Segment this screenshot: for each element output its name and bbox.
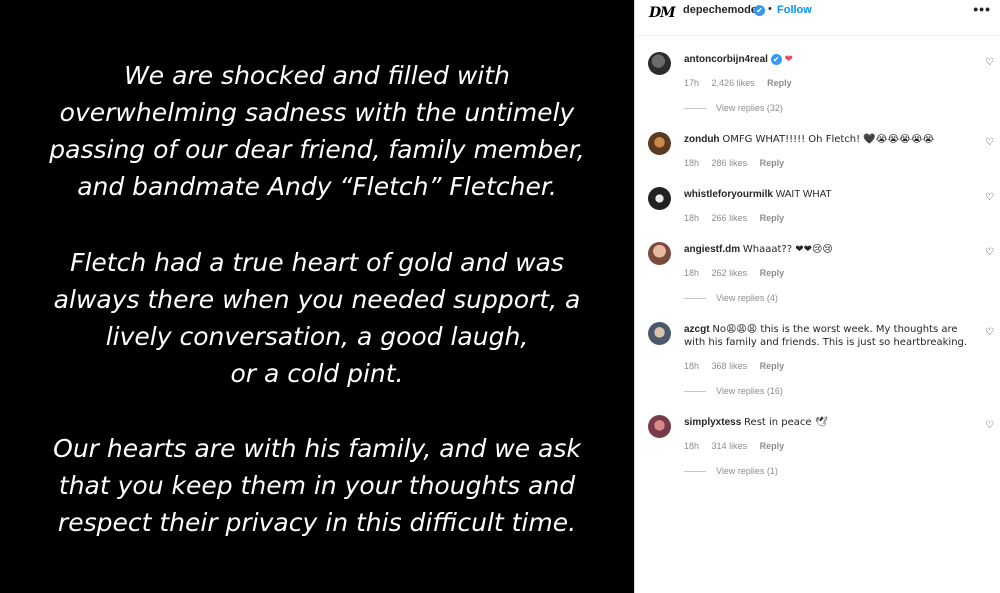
reply-button[interactable]: Reply [760, 158, 785, 168]
avatar[interactable] [648, 187, 671, 210]
comment-body: ❤ [784, 54, 793, 65]
comment-body: WAIT WHAT [775, 189, 832, 200]
comment-username[interactable]: whistleforyourmilk [684, 189, 773, 200]
comment-meta: 18h 262 likes Reply [684, 268, 794, 278]
view-replies-label: View replies (1) [716, 466, 778, 476]
comment-body: Rest in peace 🕊 [744, 417, 828, 428]
comment-likes[interactable]: 368 likes [712, 361, 748, 371]
like-comment-icon[interactable]: ♡ [985, 420, 994, 431]
follow-button[interactable]: Follow [777, 4, 812, 16]
view-replies-label: View replies (4) [716, 293, 778, 303]
view-replies-button[interactable]: View replies (1) [684, 466, 778, 476]
view-replies-label: View replies (32) [716, 103, 783, 113]
comment-text: simplyxtess Rest in peace 🕊 [684, 416, 974, 429]
comment-time: 17h [684, 78, 700, 88]
verified-icon: ✔ [754, 5, 765, 16]
comment-likes[interactable]: 262 likes [712, 268, 748, 278]
comment-likes[interactable]: 286 likes [712, 158, 748, 168]
replies-divider [684, 391, 706, 393]
comment-body: No😩😩😩 this is the worst week. My thought… [684, 324, 968, 348]
reply-button[interactable]: Reply [767, 78, 792, 88]
reply-button[interactable]: Reply [760, 361, 785, 371]
comment-username[interactable]: zonduh [684, 134, 720, 145]
comment-username[interactable]: angiestf.dm [684, 244, 740, 255]
post-line: that you keep them in your thoughts and [58, 471, 576, 500]
post-line: lively conversation, a good laugh, [105, 322, 529, 351]
like-comment-icon[interactable]: ♡ [985, 57, 994, 68]
comments-panel: DM depechemode ✔ • Follow ••• antoncorbi… [634, 0, 1000, 593]
replies-divider [684, 108, 706, 110]
post-line: passing of our dear friend, family membe… [49, 135, 585, 164]
post-paragraph-1: We are shocked and filled with overwhelm… [0, 57, 634, 205]
replies-divider [684, 298, 706, 300]
view-replies-button[interactable]: View replies (4) [684, 293, 778, 303]
comment-body: OMFG WHAT!!!!! Oh Fletch! 🖤😭😭😭😭😭 [722, 134, 935, 145]
comment-meta: 18h 266 likes Reply [684, 213, 794, 223]
post-line: respect their privacy in this difficult … [57, 508, 577, 537]
post-header: DM depechemode ✔ • Follow ••• [635, 0, 1000, 36]
comment-time: 18h [684, 441, 700, 451]
avatar[interactable] [648, 52, 671, 75]
comment-meta: 18h 286 likes Reply [684, 158, 794, 168]
comment-text: angiestf.dm Whaaat?? ❤❤😢😢 [684, 243, 974, 256]
like-comment-icon[interactable]: ♡ [985, 137, 994, 148]
reply-button[interactable]: Reply [760, 441, 785, 451]
comment-text: whistleforyourmilk WAIT WHAT [684, 188, 974, 201]
reply-button[interactable]: Reply [760, 268, 785, 278]
comment-time: 18h [684, 158, 700, 168]
post-line: always there when you needed support, a [53, 285, 581, 314]
comment-username[interactable]: simplyxtess [684, 417, 741, 428]
comment-meta: 17h 2,426 likes Reply [684, 78, 802, 88]
comment-username[interactable]: antoncorbijn4real [684, 54, 768, 65]
comment-meta: 18h 368 likes Reply [684, 361, 794, 371]
comment-text: antoncorbijn4real ✔ ❤ [684, 53, 974, 66]
post-paragraph-2: Fletch had a true heart of gold and was … [0, 244, 634, 392]
separator-dot: • [768, 3, 772, 15]
comment-likes[interactable]: 266 likes [712, 213, 748, 223]
comment-time: 18h [684, 268, 700, 278]
post-line: Our hearts are with his family, and we a… [53, 434, 581, 463]
account-avatar-logo[interactable]: DM [649, 5, 676, 21]
comment-meta: 18h 314 likes Reply [684, 441, 794, 451]
like-comment-icon[interactable]: ♡ [985, 327, 994, 338]
comment-likes[interactable]: 314 likes [712, 441, 748, 451]
replies-divider [684, 471, 706, 473]
avatar[interactable] [648, 322, 671, 345]
avatar[interactable] [648, 242, 671, 265]
view-replies-button[interactable]: View replies (16) [684, 386, 783, 396]
view-replies-button[interactable]: View replies (32) [684, 103, 783, 113]
comment-text: azcgt No😩😩😩 this is the worst week. My t… [684, 323, 979, 349]
avatar[interactable] [648, 132, 671, 155]
post-line: overwhelming sadness with the untimely [59, 98, 575, 127]
comment-text: zonduh OMFG WHAT!!!!! Oh Fletch! 🖤😭😭😭😭😭 [684, 133, 974, 146]
reply-button[interactable]: Reply [760, 213, 785, 223]
post-line: or a cold pint. [230, 359, 404, 388]
verified-icon: ✔ [770, 54, 782, 65]
account-name-link[interactable]: depechemode [683, 4, 757, 16]
avatar[interactable] [648, 415, 671, 438]
like-comment-icon[interactable]: ♡ [985, 247, 994, 258]
like-comment-icon[interactable]: ♡ [985, 192, 994, 203]
comment-username[interactable]: azcgt [684, 324, 710, 335]
view-replies-label: View replies (16) [716, 386, 783, 396]
post-line: We are shocked and filled with [124, 61, 510, 90]
comment-likes[interactable]: 2,426 likes [712, 78, 755, 88]
post-line: Fletch had a true heart of gold and was [70, 248, 564, 277]
post-image: We are shocked and filled with overwhelm… [0, 0, 634, 593]
more-options-icon[interactable]: ••• [973, 1, 991, 17]
comment-time: 18h [684, 213, 700, 223]
comment-body: Whaaat?? ❤❤😢😢 [742, 244, 833, 255]
post-line: and bandmate Andy “Fletch” Fletcher. [77, 172, 557, 201]
post-paragraph-3: Our hearts are with his family, and we a… [0, 430, 634, 541]
comment-time: 18h [684, 361, 700, 371]
